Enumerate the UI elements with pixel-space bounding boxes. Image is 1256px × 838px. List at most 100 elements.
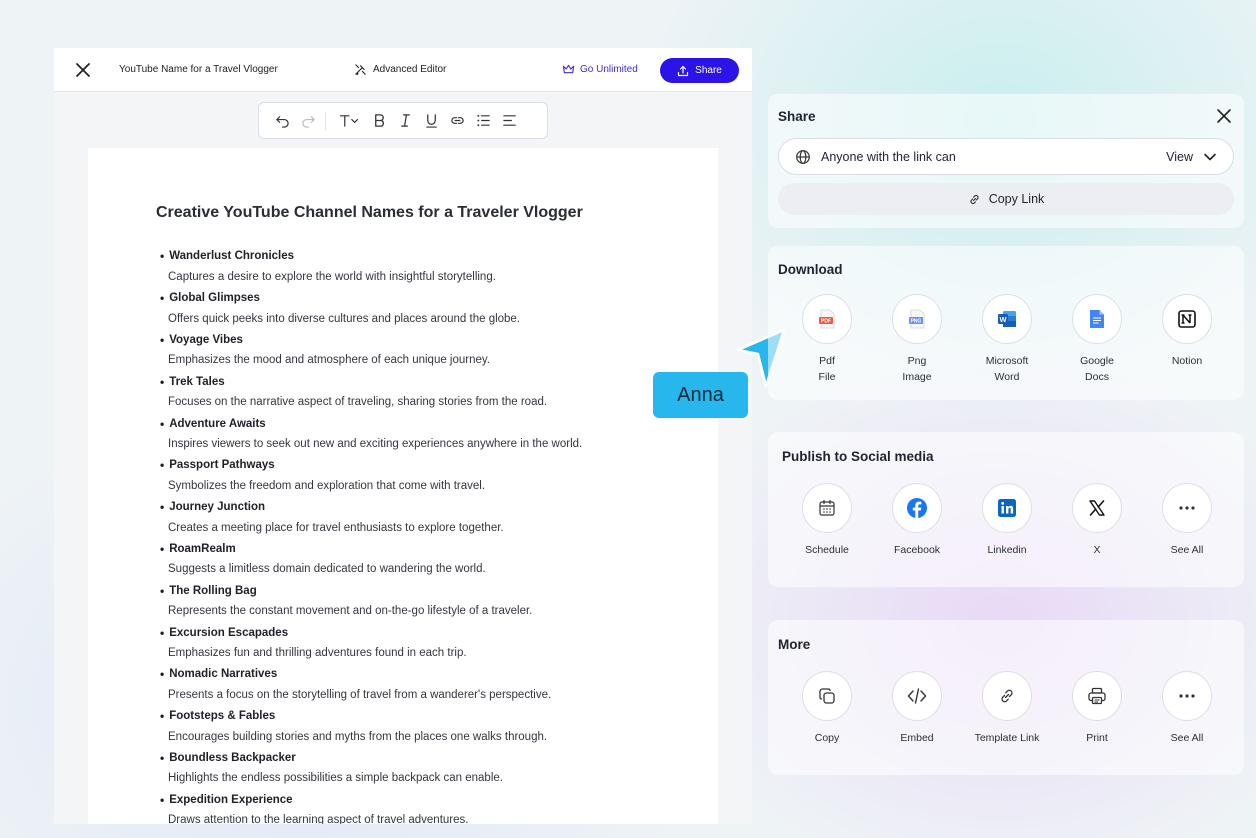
list-item: Global Glimpses Offers quick peeks into d…	[160, 288, 700, 330]
chevron-down-icon	[1204, 153, 1216, 160]
linkedin-icon	[998, 499, 1016, 517]
list-item-description: Captures a desire to explore the world w…	[168, 270, 496, 283]
bold-icon	[374, 114, 384, 127]
copy-label: Copy	[814, 732, 840, 744]
download-word-button[interactable]: W	[982, 294, 1032, 344]
copy-option[interactable]: Copy	[784, 671, 870, 746]
download-png-label: Png Image	[902, 355, 932, 383]
download-google-docs-label: Google Docs	[1080, 355, 1114, 383]
embed-button[interactable]	[892, 671, 942, 721]
schedule-button[interactable]	[802, 483, 852, 533]
name-list: Wanderlust Chronicles Captures a desire t…	[160, 246, 700, 824]
link-access-select[interactable]: Anyone with the link can View	[778, 138, 1234, 175]
link-access-label: Anyone with the link can	[821, 149, 956, 164]
social-panel-title: Publish to Social media	[782, 449, 934, 464]
list-item-name: Wanderlust Chronicles	[160, 246, 700, 267]
facebook-option[interactable]: Facebook	[874, 483, 960, 558]
linkedin-button[interactable]	[982, 483, 1032, 533]
download-panel: Download PDF Pdf File PNG Png Image W Mi…	[768, 246, 1244, 400]
list-item: Boundless Backpacker Highlights the endle…	[160, 748, 700, 790]
linkedin-option[interactable]: Linkedin	[964, 483, 1050, 558]
underline-button[interactable]	[418, 108, 444, 134]
share-button[interactable]: Share	[660, 58, 739, 83]
globe-icon	[796, 149, 810, 164]
list-item: Excursion Escapades Emphasizes fun and th…	[160, 622, 700, 664]
more-see-all-button[interactable]	[1162, 671, 1212, 721]
list-item-name: Voyage Vibes	[160, 330, 700, 351]
redo-button[interactable]	[295, 108, 321, 134]
copy-button[interactable]	[802, 671, 852, 721]
list-item-name: Footsteps & Fables	[160, 706, 700, 727]
close-icon[interactable]	[1216, 108, 1232, 124]
print-button[interactable]	[1072, 671, 1122, 721]
go-unlimited-label: Go Unlimited	[580, 63, 638, 75]
social-see-all-option[interactable]: See All	[1144, 483, 1230, 558]
download-word-option[interactable]: W Microsoft Word	[964, 294, 1050, 385]
undo-button[interactable]	[269, 108, 295, 134]
copy-link-label: Copy Link	[988, 192, 1045, 206]
list-item-name: Boundless Backpacker	[160, 748, 700, 769]
pdf-file-icon: PDF	[819, 309, 835, 329]
list-item-description: Suggests a limitless domain dedicated to…	[168, 563, 486, 576]
download-google-docs-button[interactable]	[1072, 294, 1122, 344]
embed-option[interactable]: Embed	[874, 671, 960, 746]
x-option[interactable]: X	[1054, 483, 1140, 558]
toolbar-divider	[325, 111, 326, 130]
align-button[interactable]	[496, 108, 522, 134]
svg-text:PNG: PNG	[911, 319, 922, 325]
crown-icon	[562, 64, 575, 74]
social-see-all-button[interactable]	[1162, 483, 1212, 533]
list-item-description: Emphasizes the mood and atmosphere of ea…	[168, 354, 490, 367]
close-icon[interactable]	[74, 61, 92, 79]
print-option[interactable]: Print	[1054, 671, 1140, 746]
template-link-option[interactable]: Template Link	[964, 671, 1050, 746]
copy-link-button[interactable]: Copy Link	[778, 183, 1234, 215]
list-item: Voyage Vibes Emphasizes the mood and atmo…	[160, 330, 700, 372]
advanced-editor-label: Advanced Editor	[373, 64, 447, 75]
more-see-all-label: See All	[1170, 732, 1204, 744]
document-page[interactable]: Creative YouTube Channel Names for a Tra…	[88, 148, 718, 824]
list-item-description: Creates a meeting place for travel enthu…	[168, 521, 504, 534]
text-style-dropdown[interactable]	[332, 108, 366, 134]
more-see-all-option[interactable]: See All	[1144, 671, 1230, 746]
schedule-label: Schedule	[805, 544, 849, 556]
template-link-button[interactable]	[982, 671, 1032, 721]
more-icon	[1179, 694, 1195, 698]
list-item: Wanderlust Chronicles Captures a desire t…	[160, 246, 700, 288]
list-item-name: Trek Tales	[160, 371, 700, 392]
text-size-icon	[339, 115, 359, 127]
list-item-name: Expedition Experience	[160, 789, 700, 810]
list-item: Journey Junction Creates a meeting place …	[160, 497, 700, 539]
x-button[interactable]	[1072, 483, 1122, 533]
microsoft-word-icon: W	[998, 311, 1016, 327]
bold-button[interactable]	[366, 108, 392, 134]
italic-button[interactable]	[392, 108, 418, 134]
list-item: Expedition Experience Draws attention to …	[160, 789, 700, 824]
embed-label: Embed	[900, 732, 934, 744]
list-item-description: Represents the constant movement and on-…	[168, 605, 533, 618]
link-button[interactable]	[444, 108, 470, 134]
download-pdf-option[interactable]: PDF Pdf File	[784, 294, 870, 385]
download-notion-button[interactable]	[1162, 294, 1212, 344]
code-icon	[907, 688, 927, 704]
list-item-description: Encourages building stories and myths fr…	[168, 730, 548, 743]
go-unlimited-button[interactable]: Go Unlimited	[562, 63, 638, 75]
calendar-icon	[819, 499, 835, 516]
advanced-editor-button[interactable]: Advanced Editor	[354, 63, 446, 76]
download-png-option[interactable]: PNG Png Image	[874, 294, 960, 385]
download-google-docs-option[interactable]: Google Docs	[1054, 294, 1140, 385]
download-png-button[interactable]: PNG	[892, 294, 942, 344]
schedule-option[interactable]: Schedule	[784, 483, 870, 558]
list-item-name: Journey Junction	[160, 497, 700, 518]
linkedin-label: Linkedin	[987, 544, 1027, 556]
share-panel: Share Anyone with the link can View Copy…	[768, 94, 1244, 228]
download-pdf-button[interactable]: PDF	[802, 294, 852, 344]
x-label: X	[1093, 544, 1101, 556]
copy-icon	[819, 688, 835, 704]
social-options: Schedule Facebook Linkedin X See All	[778, 483, 1234, 558]
download-notion-option[interactable]: Notion	[1144, 294, 1230, 385]
facebook-button[interactable]	[892, 483, 942, 533]
bullet-list-button[interactable]	[470, 108, 496, 134]
list-item-description: Emphasizes fun and thrilling adventures …	[168, 647, 467, 660]
list-item-description: Highlights the endless possibilities a s…	[168, 772, 503, 785]
